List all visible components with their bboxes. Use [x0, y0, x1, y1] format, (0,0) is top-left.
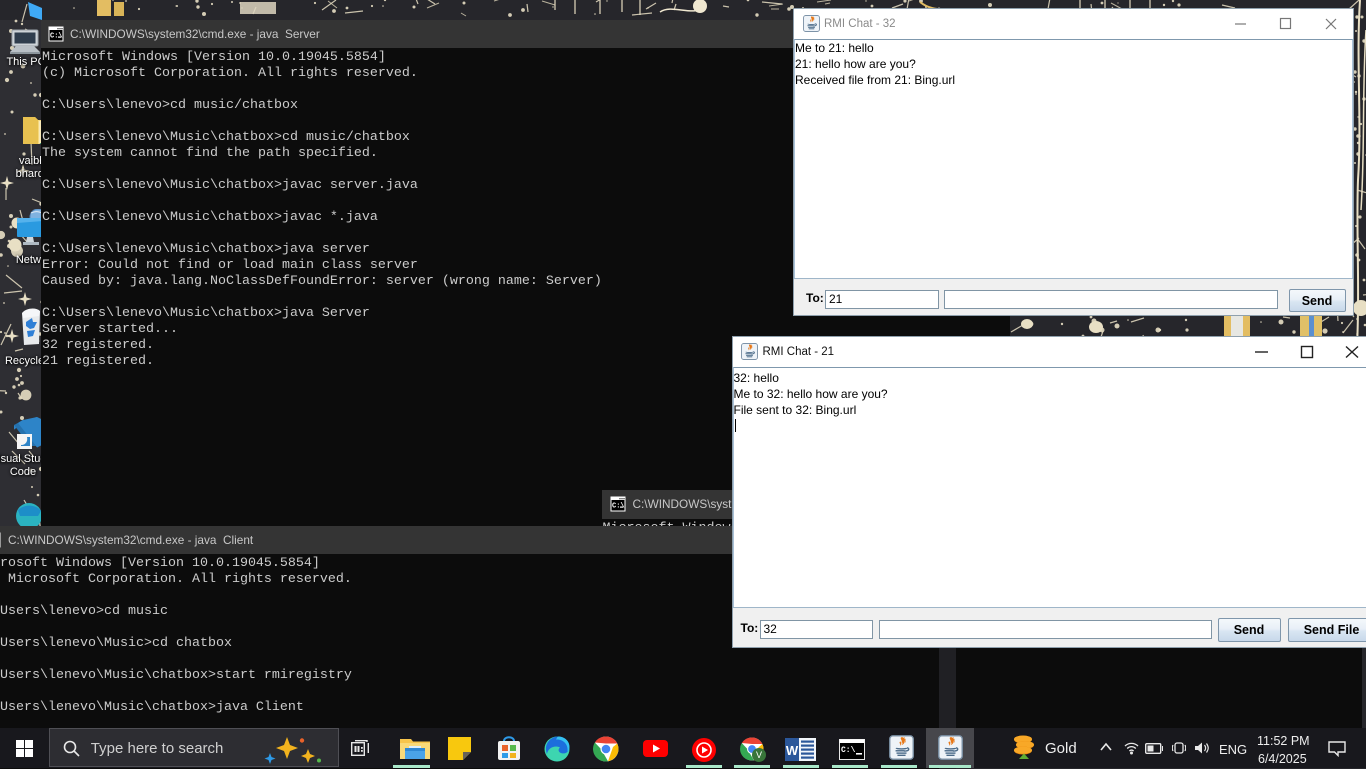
svg-text:V: V	[756, 750, 762, 760]
svg-text:C:\: C:\	[841, 746, 856, 755]
svg-text:W: W	[786, 743, 799, 758]
